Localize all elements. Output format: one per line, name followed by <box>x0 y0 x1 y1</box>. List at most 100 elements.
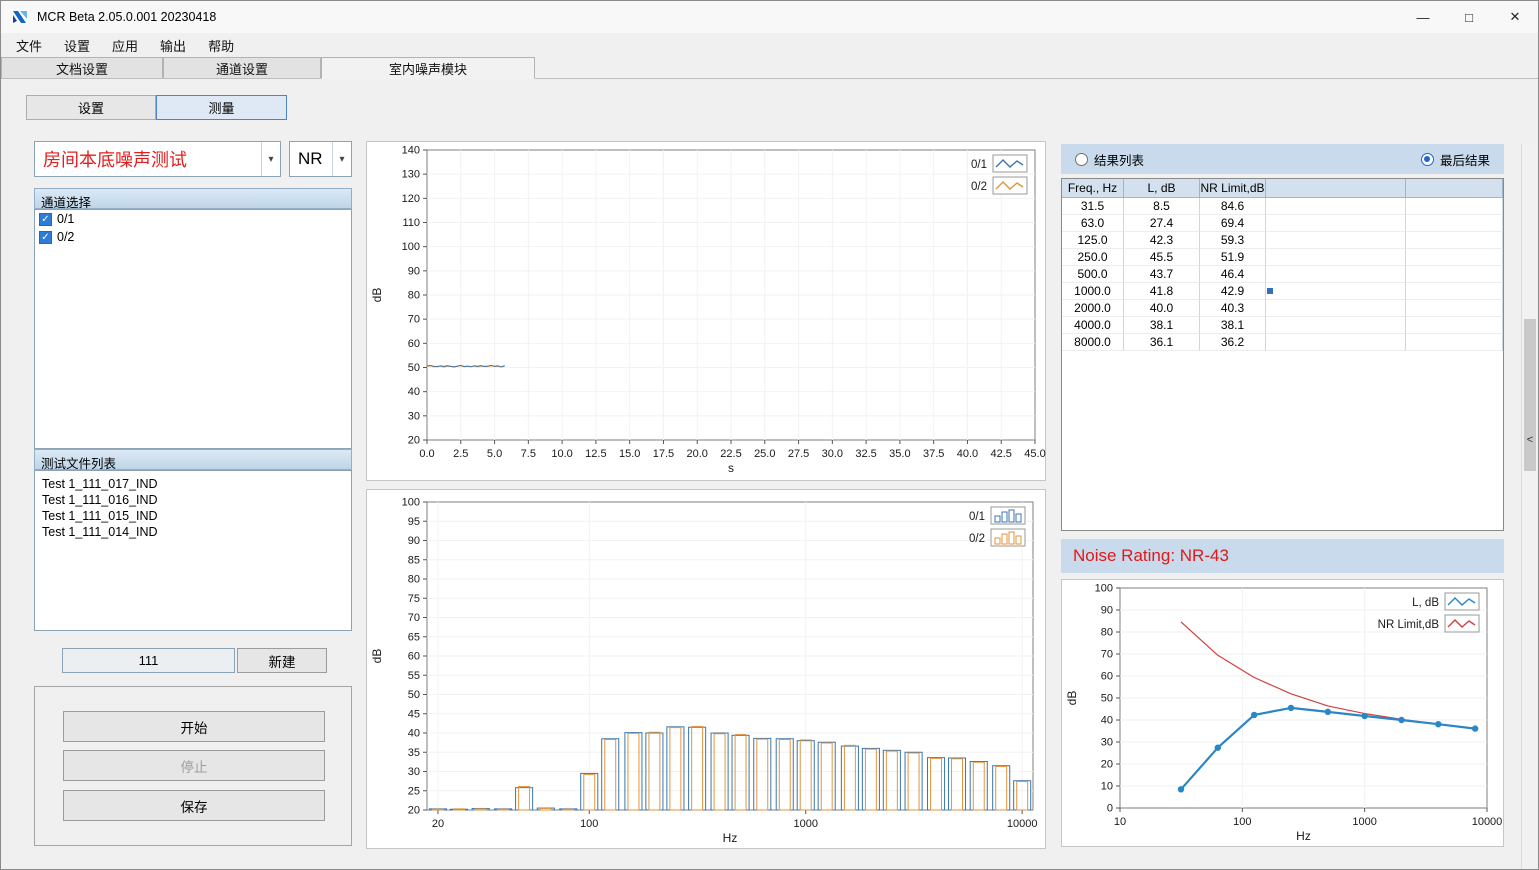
svg-text:0: 0 <box>1107 803 1113 815</box>
table-header-cell: NR Limit,dB <box>1200 179 1266 198</box>
file-list-item[interactable]: Test 1_111_015_IND <box>35 508 351 524</box>
table-cell: 31.5 <box>1062 198 1124 215</box>
main-tab-1[interactable]: 文档设置 <box>1 57 163 78</box>
menu-item-1[interactable]: 文件 <box>5 33 53 58</box>
svg-text:37.5: 37.5 <box>923 448 944 460</box>
checkbox-checked-icon[interactable]: ✓ <box>39 231 52 244</box>
maximize-button[interactable]: □ <box>1446 1 1492 33</box>
table-row[interactable]: 8000.036.136.2 <box>1062 334 1503 351</box>
time_history-plot: 20304050607080901001101201301400.02.55.0… <box>367 142 1047 482</box>
svg-text:20.0: 20.0 <box>687 448 708 460</box>
table-cell: 69.4 <box>1200 215 1266 232</box>
test-type-dropdown-zone[interactable]: ▾ <box>261 142 280 176</box>
svg-text:55: 55 <box>408 670 420 682</box>
svg-text:70: 70 <box>408 314 420 326</box>
svg-text:30: 30 <box>408 766 420 778</box>
menu-bar: 文件设置应用输出帮助 <box>1 33 1538 57</box>
table-row[interactable]: 250.045.551.9 <box>1062 249 1503 266</box>
channel-item-1[interactable]: ✓0/1 <box>35 210 351 228</box>
rating-type-dropdown-zone[interactable]: ▾ <box>332 142 351 176</box>
file-name-input[interactable] <box>62 648 235 673</box>
table-cell: 42.3 <box>1124 232 1200 249</box>
svg-text:0/1: 0/1 <box>969 511 985 523</box>
menu-item-5[interactable]: 帮助 <box>197 33 245 58</box>
svg-text:60: 60 <box>1101 671 1113 683</box>
table-cell: 8.5 <box>1124 198 1200 215</box>
svg-text:40: 40 <box>408 728 420 740</box>
file-list-item[interactable]: Test 1_111_016_IND <box>35 492 351 508</box>
svg-text:50: 50 <box>408 689 420 701</box>
chevron-down-icon: ▾ <box>268 154 273 165</box>
radio-result-list[interactable]: 结果列表 <box>1075 150 1144 169</box>
svg-text:25.0: 25.0 <box>754 448 775 460</box>
svg-text:30.0: 30.0 <box>822 448 843 460</box>
main-tab-2[interactable]: 通道设置 <box>163 57 321 78</box>
svg-text:27.5: 27.5 <box>788 448 809 460</box>
svg-text:90: 90 <box>1101 605 1113 617</box>
table-cell <box>1406 232 1503 249</box>
stop-button[interactable]: 停止 <box>63 750 325 781</box>
file-list-item[interactable]: Test 1_111_014_IND <box>35 524 351 540</box>
svg-text:120: 120 <box>402 193 420 205</box>
table-cell: 40.0 <box>1124 300 1200 317</box>
table-row[interactable]: 31.58.584.6 <box>1062 198 1503 215</box>
table-row[interactable]: 2000.040.040.3 <box>1062 300 1503 317</box>
table-cell <box>1266 283 1406 300</box>
svg-text:dB: dB <box>1065 691 1079 706</box>
menu-item-3[interactable]: 应用 <box>101 33 149 58</box>
checkbox-checked-icon[interactable]: ✓ <box>39 213 52 226</box>
table-header-cell <box>1266 179 1406 198</box>
channel-item-2[interactable]: ✓0/2 <box>35 228 351 246</box>
table-header-cell: Freq., Hz <box>1062 179 1124 198</box>
svg-text:dB: dB <box>370 288 384 303</box>
collapse-panel-icon[interactable]: < <box>1522 432 1538 448</box>
svg-text:70: 70 <box>1101 649 1113 661</box>
svg-text:25: 25 <box>408 785 420 797</box>
table-header-cell: L, dB <box>1124 179 1200 198</box>
table-cell <box>1406 215 1503 232</box>
tab-measure[interactable]: 测量 <box>156 95 287 120</box>
table-cell: 63.0 <box>1062 215 1124 232</box>
table-row[interactable]: 63.027.469.4 <box>1062 215 1503 232</box>
svg-text:110: 110 <box>402 217 420 229</box>
main-tab-3[interactable]: 室内噪声模块 <box>321 57 535 79</box>
test-files-list: Test 1_111_017_INDTest 1_111_016_INDTest… <box>34 470 352 631</box>
table-row[interactable]: 500.043.746.4 <box>1062 266 1503 283</box>
start-button[interactable]: 开始 <box>63 711 325 742</box>
table-cell: 38.1 <box>1124 317 1200 334</box>
window-controls: — □ ✕ <box>1400 1 1538 33</box>
scrollbar-thumb[interactable] <box>1524 319 1536 471</box>
svg-text:30: 30 <box>408 410 420 422</box>
radio-last-result[interactable]: 最后结果 <box>1421 150 1490 169</box>
test-type-select[interactable]: 房间本底噪声测试 ▾ <box>34 141 281 177</box>
menu-item-2[interactable]: 设置 <box>53 33 101 58</box>
table-cell: 250.0 <box>1062 249 1124 266</box>
svg-text:85: 85 <box>408 554 420 566</box>
radio-last-result-label: 最后结果 <box>1440 150 1490 169</box>
table-row[interactable]: 125.042.359.3 <box>1062 232 1503 249</box>
save-button[interactable]: 保存 <box>63 790 325 821</box>
svg-text:dB: dB <box>370 649 384 664</box>
svg-text:50: 50 <box>1101 693 1113 705</box>
svg-text:40: 40 <box>1101 715 1113 727</box>
row-focus-marker <box>1267 288 1273 294</box>
chevron-down-icon: ▾ <box>339 154 344 165</box>
title-bar: MCR Beta 2.05.0.001 20230418 — □ ✕ <box>1 1 1538 33</box>
main-tab-strip: 文档设置通道设置室内噪声模块 <box>1 57 1538 79</box>
minimize-button[interactable]: — <box>1400 1 1446 33</box>
file-list-item[interactable]: Test 1_111_017_IND <box>35 476 351 492</box>
close-button[interactable]: ✕ <box>1492 1 1538 33</box>
menu-item-4[interactable]: 输出 <box>149 33 197 58</box>
new-button[interactable]: 新建 <box>237 648 327 673</box>
svg-text:140: 140 <box>402 145 420 157</box>
table-row[interactable]: 1000.041.842.9 <box>1062 283 1503 300</box>
table-row[interactable]: 4000.038.138.1 <box>1062 317 1503 334</box>
vertical-scrollbar[interactable]: < <box>1521 144 1538 869</box>
svg-text:20: 20 <box>1101 759 1113 771</box>
tab-settings[interactable]: 设置 <box>26 95 156 120</box>
svg-text:40.0: 40.0 <box>957 448 978 460</box>
svg-text:7.5: 7.5 <box>521 448 536 460</box>
rating-type-select[interactable]: NR ▾ <box>289 141 352 177</box>
table-cell <box>1266 334 1406 351</box>
svg-text:Hz: Hz <box>1296 829 1311 843</box>
